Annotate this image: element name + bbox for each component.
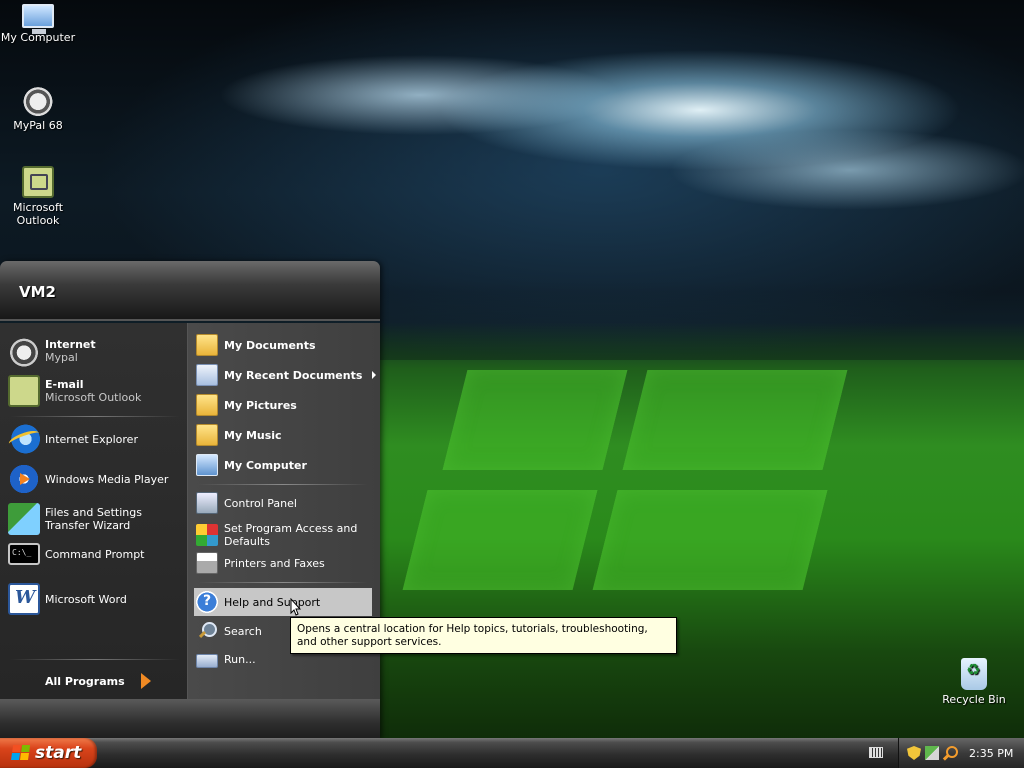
desktop-icon-outlook[interactable]: Microsoft Outlook: [0, 166, 76, 227]
tool-help-and-support[interactable]: Help and Support: [194, 588, 372, 616]
program-label: Files and Settings Transfer Wizard: [45, 506, 142, 532]
printer-icon: [196, 552, 218, 574]
desktop-icon-recycle-bin[interactable]: Recycle Bin: [936, 658, 1012, 706]
desktop-icon-label: Microsoft Outlook: [12, 201, 64, 227]
all-programs-button[interactable]: All Programs: [45, 673, 151, 689]
folder-icon: [196, 424, 218, 446]
program-label: Windows Media Player: [45, 472, 169, 486]
program-transfer-wizard[interactable]: Files and Settings Transfer Wizard: [8, 503, 182, 535]
tool-label: Run...: [224, 652, 256, 666]
media-player-icon: [8, 463, 40, 495]
start-menu-programs: Internet Mypal E-mail Microsoft Outlook …: [0, 323, 188, 699]
start-menu-header: VM2: [0, 261, 380, 321]
program-defaults-icon: [196, 524, 218, 546]
run-icon: [196, 654, 218, 668]
start-menu-footer: [0, 699, 380, 739]
folder-icon: [196, 394, 218, 416]
wallpaper-windows-logo: [390, 360, 880, 600]
program-label: Internet Explorer: [45, 432, 138, 446]
setting-program-defaults[interactable]: Set Program Access and Defaults: [196, 522, 372, 548]
taskbar: start 2:35 PM: [0, 738, 1024, 768]
setting-control-panel[interactable]: Control Panel: [196, 492, 372, 514]
computer-icon: [196, 454, 218, 476]
submenu-arrow-icon: [372, 371, 376, 379]
tool-label: Search: [224, 624, 262, 638]
place-my-music[interactable]: My Music: [196, 424, 372, 446]
setting-label: Printers and Faxes: [224, 556, 325, 570]
place-my-recent-documents[interactable]: My Recent Documents: [196, 364, 376, 386]
divider: [10, 659, 180, 660]
divider: [198, 484, 368, 485]
setting-printers-faxes[interactable]: Printers and Faxes: [196, 552, 372, 574]
all-programs-label: All Programs: [45, 674, 125, 688]
internet-explorer-icon: [8, 423, 40, 455]
place-my-pictures[interactable]: My Pictures: [196, 394, 372, 416]
my-computer-icon: [22, 4, 54, 34]
program-label: Microsoft Word: [45, 592, 127, 606]
user-name: VM2: [19, 283, 56, 301]
command-prompt-icon: [8, 543, 40, 565]
program-command-prompt[interactable]: Command Prompt: [8, 543, 182, 565]
arrow-right-icon: [140, 673, 151, 689]
start-label: start: [35, 743, 82, 763]
control-panel-icon: [196, 492, 218, 514]
search-icon: [196, 620, 218, 642]
program-internet-explorer[interactable]: Internet Explorer: [8, 423, 182, 455]
divider: [10, 416, 180, 417]
outlook-icon: [22, 166, 54, 198]
desktop-icon-my-computer[interactable]: My Computer: [0, 2, 76, 44]
windows-flag-icon: [11, 745, 31, 761]
pinned-subtitle: Microsoft Outlook: [45, 391, 142, 404]
transfer-wizard-icon: [8, 503, 40, 535]
word-icon: [8, 583, 40, 615]
place-my-documents[interactable]: My Documents: [196, 334, 372, 356]
mypal-raccoon-icon: [8, 335, 40, 367]
clock[interactable]: 2:35 PM: [969, 747, 1013, 760]
place-label: My Pictures: [224, 398, 297, 412]
keyboard-language-icon[interactable]: [869, 747, 883, 758]
tool-label: Help and Support: [224, 595, 321, 609]
pinned-title: Internet: [45, 338, 96, 351]
place-label: My Music: [224, 428, 282, 442]
program-label: Command Prompt: [45, 547, 145, 561]
desktop-icon-label: MyPal 68: [13, 119, 63, 132]
help-tooltip: Opens a central location for Help topics…: [290, 617, 677, 654]
place-label: My Computer: [224, 458, 307, 472]
place-label: My Recent Documents: [224, 368, 363, 382]
program-microsoft-word[interactable]: Microsoft Word: [8, 583, 182, 615]
mouse-pointer-icon: [290, 598, 302, 616]
pinned-title: E-mail: [45, 378, 84, 391]
place-my-computer[interactable]: My Computer: [196, 454, 372, 476]
start-menu: VM2 Internet Mypal E-mail Microsoft Outl…: [0, 261, 380, 739]
security-shield-icon[interactable]: [907, 746, 921, 760]
folder-icon: [196, 334, 218, 356]
setting-label: Set Program Access and Defaults: [224, 522, 358, 548]
program-windows-media-player[interactable]: Windows Media Player: [8, 463, 182, 495]
desktop-icon-mypal[interactable]: MyPal 68: [0, 84, 76, 132]
outlook-icon: [8, 375, 40, 407]
help-icon: [196, 591, 218, 613]
divider: [198, 582, 368, 583]
pinned-email[interactable]: E-mail Microsoft Outlook: [8, 375, 182, 407]
pinned-internet[interactable]: Internet Mypal: [8, 335, 182, 367]
desktop-icon-label: Recycle Bin: [942, 693, 1006, 706]
start-button[interactable]: start: [0, 738, 97, 768]
system-tray: 2:35 PM: [898, 738, 1024, 768]
recent-documents-icon: [196, 364, 218, 386]
mypal-raccoon-icon: [22, 84, 54, 116]
network-icon[interactable]: [925, 746, 939, 760]
search-icon[interactable]: [943, 746, 958, 760]
recycle-bin-icon: [961, 658, 987, 690]
pinned-subtitle: Mypal: [45, 351, 78, 364]
setting-label: Control Panel: [224, 496, 297, 510]
place-label: My Documents: [224, 338, 316, 352]
